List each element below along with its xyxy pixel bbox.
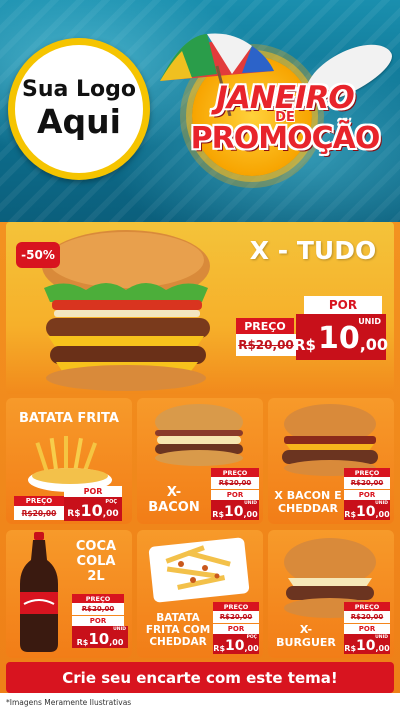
product-card-x-burguer[interactable]: X- BURGUER PREÇO R$20,00 POR R$ 10 ,00 U… <box>268 530 394 658</box>
product-price: PREÇO R$20,00 POR R$ 10 ,00 UNID <box>68 594 130 656</box>
preco-label: PREÇO <box>344 468 390 477</box>
logo-line2: Aqui <box>37 102 121 141</box>
product-card-batata-frita[interactable]: BATATA FRITA POR PREÇO R$20,00 R$ 10 ,00… <box>6 398 132 524</box>
preco-label: PREÇO <box>14 496 64 506</box>
product-name: X- BURGUER <box>276 623 336 649</box>
new-price: R$ 10 ,00 UNID <box>344 634 390 654</box>
new-price: R$ 10 ,00 UNID <box>344 500 390 520</box>
product-name: X BACON E CHEDDAR <box>274 489 342 515</box>
product-name: BATATA FRITA COM CHEDDAR <box>145 612 211 649</box>
product-price: PREÇO R$20,00 POR R$ 10 ,00 UNID <box>344 468 394 522</box>
soda-bottle-image <box>20 532 58 652</box>
new-price: R$ 10 ,00 UNID <box>294 314 388 360</box>
product-card-coca-cola[interactable]: COCA COLA 2L PREÇO R$20,00 POR R$ 10 ,00… <box>6 530 132 658</box>
featured-product[interactable]: -50% X - TUDO POR PREÇO R$20,00 R$ 10 ,0… <box>6 222 394 394</box>
product-name: X- BACON <box>148 485 200 515</box>
por-label: POR <box>344 624 390 634</box>
old-price: R$20,00 <box>236 334 296 356</box>
old-price: R$20,00 <box>344 611 390 623</box>
old-price: R$20,00 <box>344 477 390 489</box>
preco-label: PREÇO <box>72 594 124 603</box>
preco-label: PREÇO <box>213 602 259 611</box>
new-price: R$ 10 ,00 POÇ <box>64 497 122 521</box>
burger-image <box>282 404 378 476</box>
por-label: POR <box>211 490 259 500</box>
logo-line1: Sua Logo <box>21 77 136 102</box>
promo-title: JANEIRO DE PROMOÇÃO <box>180 80 390 156</box>
header: Sua Logo Aqui JANEIRO DE PROMOÇÃO <box>0 0 400 222</box>
product-price: POR PREÇO R$20,00 R$ 10 ,00 POÇ <box>14 486 126 522</box>
old-price: R$20,00 <box>211 477 259 489</box>
product-name: BATATA FRITA <box>19 411 119 426</box>
por-label: POR <box>344 490 390 500</box>
new-price: R$ 10 ,00 UNID <box>72 626 128 648</box>
product-price: PREÇO R$20,00 POR R$ 10 ,00 UNID <box>209 468 263 522</box>
logo-placeholder[interactable]: Sua Logo Aqui <box>8 38 150 180</box>
por-label: POR <box>304 296 382 314</box>
burger-image <box>155 404 243 466</box>
new-price: R$ 10 ,00 POÇ <box>213 634 259 654</box>
flyer-content: -50% X - TUDO POR PREÇO R$20,00 R$ 10 ,0… <box>0 222 400 711</box>
product-name: COCA COLA 2L <box>75 539 117 584</box>
preco-label: PREÇO <box>211 468 259 477</box>
por-label: POR <box>72 616 124 626</box>
fries-image <box>148 537 250 603</box>
preco-label: PREÇO <box>236 318 294 334</box>
old-price: R$20,00 <box>14 506 64 520</box>
product-card-batata-cheddar[interactable]: BATATA FRITA COM CHEDDAR PREÇO R$20,00 P… <box>137 530 263 658</box>
featured-price: POR PREÇO R$20,00 R$ 10 ,00 UNID <box>236 296 388 366</box>
old-price: R$20,00 <box>72 603 124 615</box>
promo-title-line3: PROMOÇÃO <box>190 121 381 156</box>
disclaimer-text: *Imagens Meramente Ilustrativas <box>0 693 400 711</box>
product-price: PREÇO R$20,00 POR R$ 10 ,00 POÇ <box>213 602 263 656</box>
new-price: R$ 10 ,00 UNID <box>211 500 259 520</box>
por-label: POR <box>213 624 259 634</box>
product-price: PREÇO R$20,00 POR R$ 10 ,00 UNID <box>344 602 394 656</box>
preco-label: PREÇO <box>344 602 390 611</box>
product-card-x-bacon[interactable]: X- BACON PREÇO R$20,00 POR R$ 10 ,00 UNI… <box>137 398 263 524</box>
discount-badge: -50% <box>16 242 60 268</box>
old-price: R$20,00 <box>213 611 259 623</box>
por-label: POR <box>64 486 122 497</box>
featured-product-name: X - TUDO <box>249 236 377 265</box>
cta-banner[interactable]: Crie seu encarte com este tema! <box>6 662 394 693</box>
product-card-x-bacon-cheddar[interactable]: X BACON E CHEDDAR PREÇO R$20,00 POR R$ 1… <box>268 398 394 524</box>
